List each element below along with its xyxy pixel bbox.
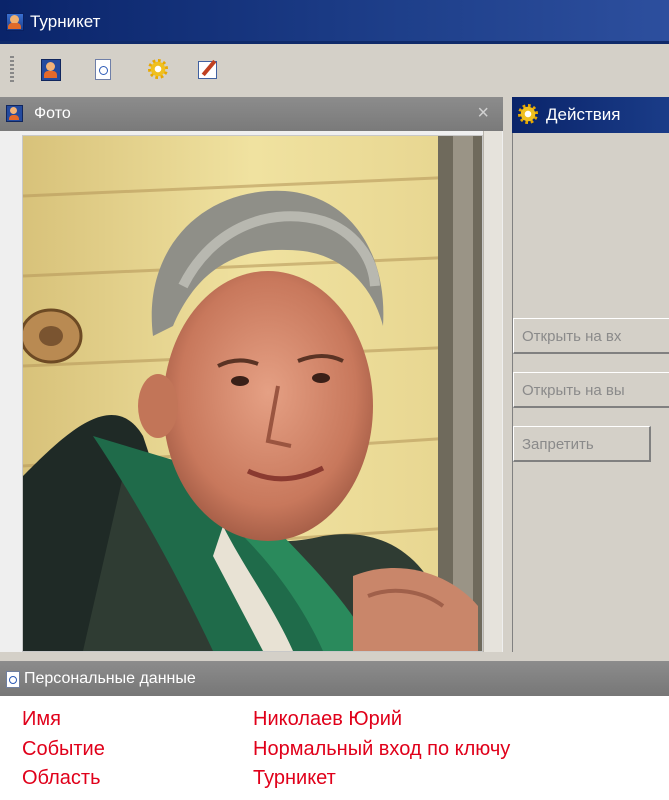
- photo-panel-body: [0, 131, 503, 652]
- row-value: Нормальный вход по ключу: [253, 738, 511, 760]
- photo-scrollbar[interactable]: [483, 131, 502, 652]
- person-photo: [22, 135, 483, 652]
- info-doc-icon[interactable]: [90, 57, 114, 81]
- actions-panel-title: Действия: [546, 105, 621, 124]
- gear-icon: [518, 104, 538, 124]
- row-label: Имя: [22, 708, 61, 730]
- actions-panel-header: Действия: [512, 97, 669, 133]
- row-label: Событие: [22, 738, 105, 760]
- row-value: Николаев Юрий: [253, 708, 403, 730]
- turnstile-window: Турникет Фото × Действия Открыть на вх О…: [0, 0, 669, 800]
- photo-panel-header: Фото ×: [0, 97, 503, 131]
- person-icon[interactable]: [38, 57, 62, 81]
- data-row-area: Область Турникет: [0, 767, 669, 797]
- row-label: Область: [22, 767, 101, 789]
- app-icon: [6, 13, 24, 31]
- data-row-event: Событие Нормальный вход по ключу: [0, 738, 669, 768]
- title-bar[interactable]: Турникет: [0, 0, 669, 44]
- toolbar-grip[interactable]: [10, 56, 14, 84]
- personal-data-title: Персональные данные: [24, 670, 196, 687]
- info-doc-icon: [6, 671, 20, 688]
- row-value: Турникет: [253, 767, 336, 789]
- data-row-name: Имя Николаев Юрий: [0, 708, 669, 738]
- edit-icon[interactable]: [196, 57, 220, 81]
- personal-data-header: Персональные данные: [0, 661, 669, 696]
- deny-button[interactable]: Запретить: [513, 426, 651, 462]
- toolbar: [0, 44, 669, 94]
- photo-panel-title: Фото: [34, 105, 71, 122]
- open-entry-button[interactable]: Открыть на вх: [513, 318, 669, 354]
- gear-icon[interactable]: [146, 57, 170, 81]
- person-icon: [6, 105, 23, 122]
- window-title: Турникет: [30, 12, 101, 31]
- close-icon[interactable]: ×: [477, 102, 489, 125]
- open-exit-button[interactable]: Открыть на вы: [513, 372, 669, 408]
- personal-data-body: Имя Николаев Юрий Событие Нормальный вхо…: [0, 696, 669, 800]
